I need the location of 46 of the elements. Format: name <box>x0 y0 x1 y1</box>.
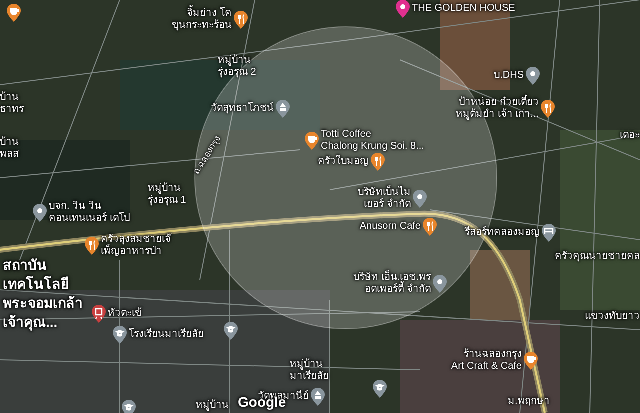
train-pin-icon[interactable] <box>92 305 106 323</box>
place-label[interactable]: บริษัทเบ็นไม เยอร์ จำกัด <box>358 187 411 211</box>
map-pin-icon[interactable] <box>396 0 410 18</box>
fork-knife-pin-icon[interactable] <box>85 237 99 255</box>
place-label[interactable]: โรงเรียนมาเรียลัย <box>129 329 204 341</box>
place-label[interactable]: Anusorn Cafe <box>360 221 421 233</box>
place-label[interactable]: บ้าน ธาทร <box>0 92 24 116</box>
place-label[interactable]: หัวตะเข้ <box>108 308 142 320</box>
cup-pin-icon[interactable] <box>7 4 21 22</box>
map-pin-icon[interactable] <box>413 190 427 208</box>
place-label[interactable]: บ้าน พลส <box>0 137 19 161</box>
place-label[interactable]: บ.DHS <box>494 70 524 82</box>
graduation-cap-pin-icon[interactable] <box>122 400 136 413</box>
place-label[interactable]: หมู่บ้าน รุ่งอรุณ 1 <box>148 183 186 207</box>
place-label[interactable]: บจก. วิน วิน คอนเทนเนอร์ เดโป <box>49 201 130 225</box>
temple-pin-icon[interactable] <box>276 100 290 118</box>
place-label[interactable]: หมู่บ้าน <box>196 400 229 412</box>
map-pin-icon[interactable] <box>526 67 540 85</box>
graduation-cap-pin-icon[interactable] <box>224 322 238 340</box>
cup-pin-icon[interactable] <box>305 132 319 150</box>
map-pin-icon[interactable] <box>433 275 447 293</box>
fork-knife-pin-icon[interactable] <box>371 153 385 171</box>
cup-pin-icon[interactable] <box>524 352 538 370</box>
fork-knife-pin-icon[interactable] <box>423 218 437 236</box>
building-pin-icon[interactable] <box>542 224 556 242</box>
fork-knife-pin-icon[interactable] <box>541 100 555 118</box>
temple-pin-icon[interactable] <box>311 388 325 406</box>
place-label[interactable]: เดอะ <box>620 130 640 142</box>
graduation-cap-pin-icon[interactable] <box>113 326 127 344</box>
place-label[interactable]: ป้าหน่อย ก๋วยเตี๋ยว หมูต้มยำ เจ้า เก่า... <box>456 97 539 121</box>
place-label[interactable]: ร้านฉลองกรุง Art Craft & Cafe <box>451 349 522 373</box>
place-label[interactable]: บริษัท เอ็น.เอช.พร อดเพอร์ตี้ จำกัด <box>354 272 431 296</box>
place-label[interactable]: สถาบัน เทคโนโลยี พระจอมเกล้า เจ้าคุณ... <box>3 256 83 332</box>
place-label[interactable]: ครัวคุณนายชายคล <box>555 251 640 263</box>
place-label[interactable]: ครัวลุงสมชายเจ๊ เพ็ญอาหารป่า <box>101 234 171 258</box>
place-label[interactable]: จิ้มย่าง โค ขุนกระทะร้อน <box>172 8 232 32</box>
fork-knife-pin-icon[interactable] <box>234 11 248 29</box>
place-label[interactable]: Totti Coffee Chalong Krung Soi. 8... <box>321 129 424 153</box>
place-label[interactable]: แขวงทับยาว <box>585 311 640 323</box>
graduation-cap-pin-icon[interactable] <box>373 380 387 398</box>
map-pin-icon[interactable] <box>33 204 47 222</box>
place-label[interactable]: หมู่บ้าน มาเรียลัย <box>290 359 329 383</box>
place-label[interactable]: หมู่บ้าน รุ่งอรุณ 2 <box>218 55 256 79</box>
place-label[interactable]: ครัวใบมอญ <box>318 156 369 168</box>
place-label[interactable]: THE GOLDEN HOUSE <box>412 3 516 15</box>
place-label[interactable]: วัดสุทธาโภชน์ <box>211 103 274 115</box>
